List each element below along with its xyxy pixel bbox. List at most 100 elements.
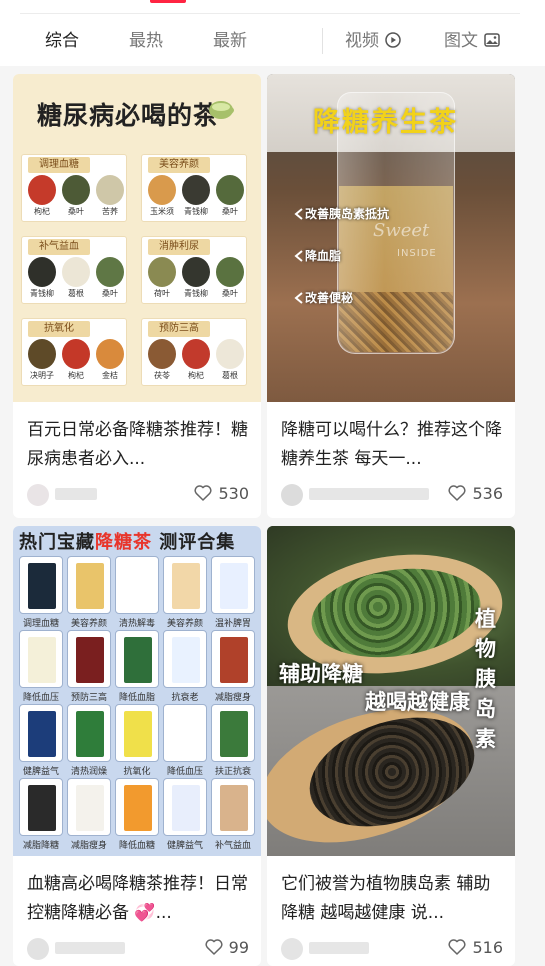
- product-box: [124, 563, 152, 609]
- product-box: [76, 637, 104, 683]
- group-name: 美容养颜: [148, 157, 210, 173]
- glass-text: INSIDE: [397, 248, 437, 259]
- note-cover[interactable]: 热门宝藏降糖茶 测评合集 调理血糖 美容养颜 清热解毒 美容养颜 温补脾胃 降低血压 预防三…: [13, 526, 261, 856]
- note-cover[interactable]: 辅助降糖 越喝越健康 植物胰岛素: [267, 526, 515, 856]
- cover-heading: 糖尿病必喝的茶: [37, 101, 220, 130]
- cover-vertical-caption: 植物胰岛素: [475, 607, 496, 751]
- product-label: 降低血压: [22, 693, 59, 703]
- product-box: [76, 785, 104, 831]
- note-meta: 516: [281, 936, 503, 960]
- filter-bar: 综合 最热 最新 视频 图文: [0, 0, 545, 66]
- herb-label: 枸杞: [188, 371, 204, 380]
- like-button[interactable]: 516: [448, 936, 503, 960]
- product-image: [115, 778, 159, 836]
- herb-label: 玉米须: [150, 207, 174, 216]
- avatar[interactable]: [281, 484, 303, 506]
- note-card[interactable]: 降糖养生茶 Sweet INSIDE 改善胰岛素抵抗 降血脂 改善便秘 降糖可以…: [267, 74, 515, 518]
- tab-image-text[interactable]: 图文: [444, 30, 500, 52]
- author-name[interactable]: [55, 488, 97, 500]
- tab-video-label: 视频: [345, 31, 379, 51]
- chevron-left-icon: [294, 208, 303, 220]
- product-box: [28, 563, 56, 609]
- product-label: 健脾益气: [166, 841, 203, 851]
- herb-image: [148, 257, 176, 287]
- author-name[interactable]: [309, 488, 429, 500]
- heart-icon: [194, 484, 213, 501]
- herb-image: [96, 339, 124, 369]
- herb-label: 青钱柳: [30, 289, 54, 298]
- note-card[interactable]: 糖尿病必喝的茶 调理血糖 枸杞 桑叶 苦荞 美容养颜 玉米须 青钱柳 桑叶 补气…: [13, 74, 261, 518]
- product-image: [163, 556, 207, 614]
- note-card[interactable]: 热门宝藏降糖茶 测评合集 调理血糖 美容养颜 清热解毒 美容养颜 温补脾胃 降低血压 预防三…: [13, 526, 261, 966]
- product-box: [220, 785, 248, 831]
- note-feed: 糖尿病必喝的茶 调理血糖 枸杞 桑叶 苦荞 美容养颜 玉米须 青钱柳 桑叶 补气…: [0, 66, 545, 966]
- herb-image: [28, 339, 56, 369]
- group-name: 调理血糖: [28, 157, 90, 173]
- herb-label: 枸杞: [34, 207, 50, 216]
- avatar[interactable]: [27, 484, 49, 506]
- cover-caption: 越喝越健康: [365, 690, 470, 714]
- cover-heading: 降糖养生茶: [313, 107, 458, 138]
- tab-hottest[interactable]: 最热: [129, 30, 163, 52]
- chevron-left-icon: [294, 292, 303, 304]
- herb-label: 青钱柳: [184, 207, 208, 216]
- like-count: 536: [472, 484, 503, 503]
- product-image: [211, 630, 255, 688]
- herb-label: 决明子: [30, 371, 54, 380]
- product-image: [19, 630, 63, 688]
- benefit-label: 改善胰岛素抵抗: [305, 207, 390, 221]
- product-label: 预防三高: [70, 693, 107, 703]
- herb-image: [96, 175, 124, 205]
- note-title[interactable]: 降糖可以喝什么？推荐这个降糖养生茶 每天一...: [281, 416, 503, 474]
- tab-comprehensive[interactable]: 综合: [45, 30, 79, 52]
- tab-video[interactable]: 视频: [345, 30, 401, 52]
- note-title[interactable]: 血糖高必喝降糖茶推荐！日常控糖降糖必备 💞...: [27, 870, 249, 928]
- avatar[interactable]: [281, 938, 303, 960]
- product-label: 清热解毒: [118, 619, 155, 629]
- product-box: [124, 785, 152, 831]
- like-button[interactable]: 530: [194, 482, 249, 506]
- product-box: [28, 785, 56, 831]
- product-label: 抗氧化: [123, 767, 151, 777]
- heading-suffix: 测评合集: [159, 532, 236, 553]
- product-box: [28, 711, 56, 757]
- product-image: [163, 704, 207, 762]
- teacup-icon: [209, 101, 234, 119]
- divider: [20, 13, 520, 14]
- note-title[interactable]: 百元日常必备降糖茶推荐！糖尿病患者必入...: [27, 416, 249, 474]
- note-title[interactable]: 它们被誉为植物胰岛素 辅助降糖 越喝越健康 说...: [281, 870, 503, 928]
- product-label: 扶正抗衰: [214, 767, 251, 777]
- herb-image: [28, 257, 56, 287]
- herb-image: [28, 175, 56, 205]
- note-card[interactable]: 辅助降糖 越喝越健康 植物胰岛素 它们被誉为植物胰岛素 辅助降糖 越喝越健康 说…: [267, 526, 515, 966]
- tea-group: 美容养颜 玉米须 青钱柳 桑叶: [141, 154, 247, 222]
- product-image: [115, 630, 159, 688]
- glass-script: Sweet: [373, 220, 430, 241]
- product-image: [19, 778, 63, 836]
- product-image: [67, 556, 111, 614]
- product-box: [172, 637, 200, 683]
- like-button[interactable]: 536: [448, 482, 503, 506]
- product-box: [220, 711, 248, 757]
- herb-image: [62, 257, 90, 287]
- herb-image: [62, 175, 90, 205]
- herb-label: 枸杞: [68, 371, 84, 380]
- active-indicator: [150, 0, 186, 3]
- product-label: 美容养颜: [70, 619, 107, 629]
- product-image: [163, 778, 207, 836]
- chevron-left-icon: [294, 250, 303, 262]
- like-button[interactable]: 99: [205, 936, 249, 960]
- product-image: [115, 556, 159, 614]
- product-image: [211, 778, 255, 836]
- heart-icon: [448, 484, 467, 501]
- tab-image-text-label: 图文: [444, 31, 478, 51]
- note-cover[interactable]: 糖尿病必喝的茶 调理血糖 枸杞 桑叶 苦荞 美容养颜 玉米须 青钱柳 桑叶 补气…: [13, 74, 261, 402]
- avatar[interactable]: [27, 938, 49, 960]
- author-name[interactable]: [309, 942, 369, 954]
- herb-label: 金桔: [102, 371, 118, 380]
- author-name[interactable]: [55, 942, 125, 954]
- note-cover[interactable]: 降糖养生茶 Sweet INSIDE 改善胰岛素抵抗 降血脂 改善便秘: [267, 74, 515, 402]
- tea-group: 补气益血 青钱柳 葛根 桑叶: [21, 236, 127, 304]
- tab-latest[interactable]: 最新: [213, 30, 247, 52]
- like-count: 516: [472, 938, 503, 957]
